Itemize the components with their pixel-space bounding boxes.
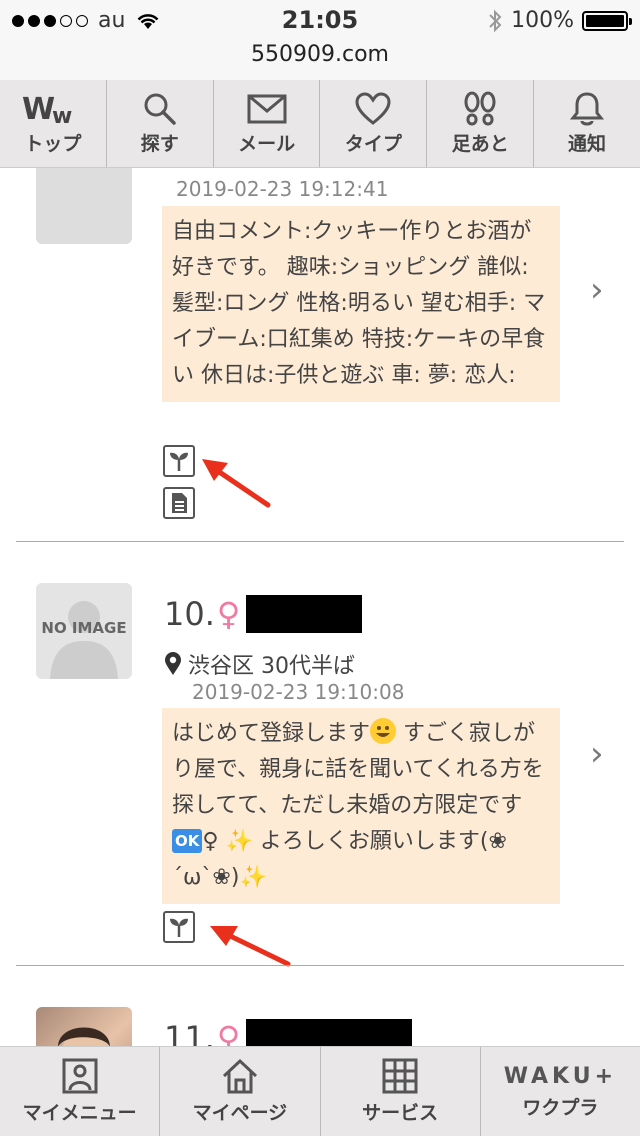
post-date: 2019-02-23 19:12:41 <box>176 177 389 201</box>
chevron-right-icon[interactable]: › <box>590 734 604 774</box>
redacted-name <box>246 595 363 633</box>
location-pin-icon <box>165 652 181 675</box>
nav-top[interactable]: W w トップ <box>0 80 107 167</box>
sprout-icon <box>163 911 195 943</box>
location-text: 渋谷区 30代半ば <box>188 654 355 679</box>
tab-my-page[interactable]: マイページ <box>160 1047 321 1136</box>
heart-icon <box>355 91 391 127</box>
post-list: 2019-02-23 19:12:41 自由コメント:クッキー作りとお酒が好きで… <box>0 168 640 1046</box>
svg-text:w: w <box>52 104 72 125</box>
annotation-arrow-icon <box>202 459 271 508</box>
divider <box>16 541 624 542</box>
divider <box>16 965 624 966</box>
tab-services[interactable]: サービス <box>321 1047 481 1136</box>
avatar: NO IMAGE <box>36 583 132 679</box>
post-number: 10. <box>164 595 215 633</box>
mail-icon <box>247 91 287 127</box>
nav-label: 通知 <box>568 133 607 155</box>
nav-notifications[interactable]: 通知 <box>534 80 640 167</box>
home-icon <box>222 1058 257 1094</box>
sprout-icon <box>163 445 195 477</box>
comment-text: ♀ <box>202 829 226 854</box>
bell-icon <box>570 91 605 127</box>
ok-emoji-icon: OK <box>172 829 203 853</box>
footprint-icon <box>462 91 498 127</box>
battery-percent: 100% <box>511 8 574 33</box>
post-comment: はじめて登録します すごく寂しがり屋で、親身に話を聞いてくれる方を探してて、ただ… <box>162 708 560 904</box>
nav-label: メール <box>238 133 296 155</box>
comment-text: はじめて登録します <box>172 721 371 746</box>
nav-footprints[interactable]: 足あと <box>427 80 535 167</box>
female-icon: ♀ <box>216 595 241 633</box>
female-icon: ♀ <box>216 1019 241 1046</box>
svg-text:W: W <box>22 93 55 125</box>
waku-logo: WAKU+ <box>503 1063 617 1089</box>
post-title[interactable]: 11. ♀ <box>164 1019 413 1046</box>
tab-wakupura[interactable]: WAKU+ ワクプラ <box>481 1047 640 1136</box>
post-title[interactable]: 10. ♀ <box>164 595 363 633</box>
search-icon <box>142 91 178 127</box>
status-bar: au 21:05 100% <box>0 0 640 40</box>
tab-label: サービス <box>362 1102 439 1124</box>
avatar <box>36 168 132 244</box>
avatar <box>36 1007 132 1046</box>
nav-mail[interactable]: メール <box>214 80 321 167</box>
bottom-tab-bar: マイメニュー マイページ サービス WAKU+ ワクプラ <box>0 1046 640 1136</box>
smile-emoji-icon <box>370 718 397 744</box>
tab-my-menu[interactable]: マイメニュー <box>0 1047 161 1136</box>
post-number: 11. <box>164 1019 215 1046</box>
tab-label: マイメニュー <box>22 1102 137 1124</box>
nav-label: 探す <box>140 133 179 155</box>
tab-label: ワクプラ <box>522 1096 599 1119</box>
sparkle-icon: ✨ <box>239 865 267 890</box>
top-nav: W w トップ 探す メール タイプ 足あと 通知 <box>0 80 640 168</box>
document-icon <box>163 487 195 519</box>
post-comment: 自由コメント:クッキー作りとお酒が好きです。 趣味:ショッピング 誰似: 髪型:… <box>162 206 560 402</box>
url-bar[interactable]: 550909.com <box>0 40 640 80</box>
status-right: 100% <box>487 8 632 33</box>
grid-icon <box>382 1058 418 1094</box>
ww-logo-icon: W w <box>22 91 84 127</box>
person-card-icon <box>62 1058 98 1094</box>
nav-type[interactable]: タイプ <box>320 80 428 167</box>
nav-label: 足あと <box>451 133 509 155</box>
post-location: 渋谷区 30代半ば <box>164 648 355 680</box>
chevron-right-icon[interactable]: › <box>590 270 604 310</box>
annotation-arrow-icon <box>210 926 291 967</box>
nav-label: タイプ <box>344 133 402 155</box>
post-date: 2019-02-23 19:10:08 <box>192 680 405 704</box>
nav-label: トップ <box>24 133 82 155</box>
redacted-name <box>246 1019 413 1046</box>
sparkle-icon: ✨ <box>225 829 253 854</box>
bluetooth-icon <box>489 9 502 32</box>
tab-label: マイページ <box>192 1102 288 1124</box>
nav-search[interactable]: 探す <box>107 80 214 167</box>
battery-icon <box>582 10 632 31</box>
no-image-label: NO IMAGE <box>41 619 127 637</box>
